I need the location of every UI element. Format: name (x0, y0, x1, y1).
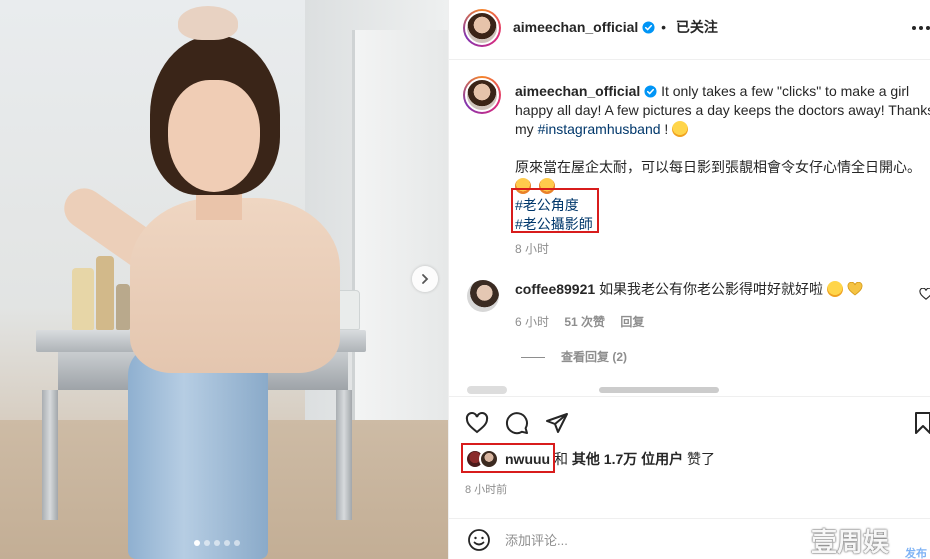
caption-time: 8 小时 (515, 242, 550, 256)
person-face (168, 80, 260, 192)
carousel-dot (204, 540, 210, 546)
separator-dot: • (661, 19, 666, 35)
comment-avatar[interactable] (467, 280, 499, 312)
likes-count-link[interactable]: 其他 1.7万 位用户 (572, 451, 683, 467)
comment-time: 6 小时 (515, 315, 550, 329)
view-replies-line (521, 357, 545, 359)
likes-conjunction: 和 (554, 451, 568, 467)
perfume-bottle (72, 268, 94, 330)
person-top (130, 198, 340, 373)
caption-avatar[interactable] (463, 76, 501, 114)
person-jeans (128, 345, 268, 559)
comment-username[interactable]: coffee89921 (515, 281, 595, 297)
post-actions: nwuuu 和 其他 1.7万 位用户 赞了 8 小时前 壹周娱 发布 (449, 396, 930, 559)
table-leg (336, 390, 352, 520)
carousel-dot (194, 540, 200, 546)
comment-icon[interactable] (505, 411, 529, 435)
post-header: aimeechan_official • 已关注 (449, 0, 930, 60)
hashtag-highlight-box (511, 188, 599, 233)
carousel-dot (224, 540, 230, 546)
comment-meta: 6 小时 51 次赞 回复 (515, 313, 656, 330)
caption-line: my #instagramhusband ! (515, 120, 930, 139)
heart-icon[interactable] (465, 411, 489, 435)
post-side-panel: aimeechan_official • 已关注 aimeechan_offic… (448, 0, 930, 559)
comment-likes[interactable]: 51 次赞 (564, 315, 605, 329)
post-photo[interactable] (0, 0, 448, 559)
comment-input[interactable] (505, 528, 835, 552)
smile-icon[interactable] (467, 528, 491, 552)
next-comment-peek (467, 386, 507, 394)
carousel-next-button[interactable] (412, 266, 438, 292)
verified-icon (644, 85, 657, 98)
comment-text: 如果我老公有你老公影得咁好就好啦 (599, 281, 824, 297)
yellow-heart-icon (847, 281, 863, 296)
comment: coffee89921 如果我老公有你老公影得咁好就好啦 (515, 280, 930, 298)
carousel-dot (234, 540, 240, 546)
caption-text: happy all day! A few pictures a day keep… (515, 102, 930, 118)
caption-text: It only takes a few "clicks" to make a g… (661, 83, 910, 99)
upside-down-face-icon (826, 281, 843, 297)
post-timestamp: 8 小时前 (465, 484, 508, 496)
perfume-bottle (116, 284, 130, 330)
hashtag-link[interactable]: #instagramhusband (538, 121, 661, 137)
winking-face-icon (672, 121, 689, 137)
view-replies-label: 查看回复 (2) (561, 350, 628, 364)
photo-door (352, 30, 448, 430)
follow-button[interactable]: 已关注 (676, 19, 718, 35)
share-icon[interactable] (545, 411, 569, 435)
perfume-bottle (96, 256, 114, 330)
post-comment-button[interactable]: 发布 (905, 545, 927, 559)
comment-like-heart-icon[interactable] (919, 288, 930, 300)
reply-button[interactable]: 回复 (620, 315, 644, 329)
avatar[interactable] (463, 9, 501, 47)
carousel-dots (194, 540, 240, 546)
verified-icon (642, 21, 655, 34)
table-leg (42, 390, 58, 520)
hair-bow (178, 6, 238, 40)
more-icon[interactable] (909, 18, 930, 38)
header-username[interactable]: aimeechan_official (513, 19, 638, 35)
caption-line: aimeechan_official It only takes a few "… (515, 82, 930, 101)
carousel-dot (214, 540, 220, 546)
next-comment-peek (599, 387, 719, 393)
likes-suffix: 赞了 (687, 451, 716, 467)
caption-text: my (515, 121, 538, 137)
view-replies-button[interactable]: 查看回复 (2) (521, 348, 627, 365)
caption-username[interactable]: aimeechan_official (515, 83, 640, 99)
header-user: aimeechan_official • 已关注 (513, 17, 718, 37)
watermark: 壹周娱 (811, 528, 890, 558)
bookmark-icon[interactable] (911, 411, 930, 435)
caption-text: ! (660, 121, 673, 137)
liker-highlight-box (461, 443, 555, 473)
comment-composer: 壹周娱 发布 (449, 518, 930, 559)
chevron-right-icon (422, 274, 429, 284)
caption-text: 原來當在屋企太耐，可以每日影到張靚相會令女仔心情全日開心。 (515, 159, 921, 175)
